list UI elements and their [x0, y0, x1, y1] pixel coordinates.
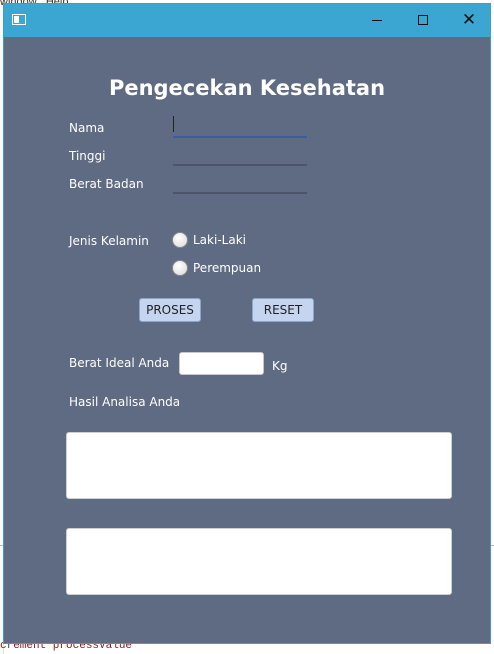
- title-bar: ✕: [4, 4, 490, 37]
- maximize-button[interactable]: [400, 4, 446, 37]
- berat-ideal-label: Berat Ideal Anda: [69, 356, 170, 370]
- text-caret: [173, 116, 174, 132]
- kg-unit-label: Kg: [272, 359, 288, 373]
- app-window: ✕ Pengecekan Kesehatan Nama Tinggi Berat…: [3, 3, 491, 644]
- tinggi-input[interactable]: [173, 144, 307, 166]
- nama-input[interactable]: [173, 116, 307, 138]
- reset-button[interactable]: RESET: [252, 298, 314, 322]
- close-icon: ✕: [461, 10, 477, 30]
- minimize-icon: [372, 20, 382, 21]
- radio-laki-laki[interactable]: [172, 232, 188, 248]
- jenis-kelamin-label: Jenis Kelamin: [69, 234, 149, 248]
- berat-ideal-field[interactable]: [179, 352, 264, 375]
- close-button[interactable]: ✕: [446, 4, 492, 37]
- proses-button[interactable]: PROSES: [139, 298, 201, 322]
- tinggi-label: Tinggi: [69, 149, 106, 163]
- maximize-icon: [418, 15, 428, 25]
- radio-perempuan-label[interactable]: Perempuan: [193, 261, 261, 275]
- app-window-icon: [12, 14, 26, 25]
- radio-perempuan[interactable]: [172, 260, 188, 276]
- analysis-textarea-1[interactable]: [66, 432, 452, 499]
- berat-badan-input[interactable]: [173, 172, 307, 194]
- analysis-textarea-2[interactable]: [66, 528, 452, 595]
- radio-laki-laki-label[interactable]: Laki-Laki: [193, 233, 246, 247]
- nama-label: Nama: [69, 121, 105, 135]
- berat-badan-label: Berat Badan: [69, 177, 144, 191]
- minimize-button[interactable]: [354, 4, 400, 37]
- form-title: Pengecekan Kesehatan: [108, 76, 386, 100]
- hasil-analisa-label: Hasil Analisa Anda: [69, 395, 181, 409]
